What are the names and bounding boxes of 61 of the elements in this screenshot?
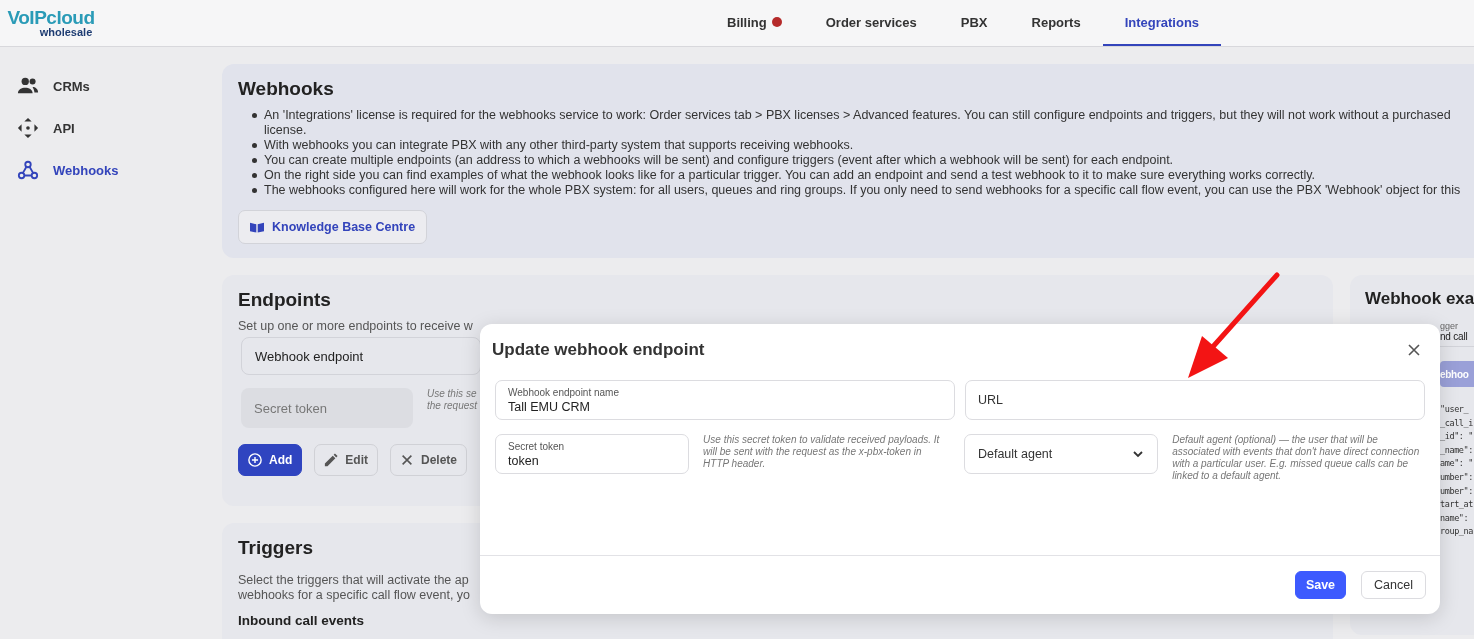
hint-text: Use this se the request <box>427 388 478 413</box>
cancel-button[interactable]: Cancel <box>1361 571 1426 599</box>
bullet-text: An 'Integrations' license is required for the webhooks service to work: Order services tab > PBX licenses > Advanced features. You can still configure endpoints and triggers, but they will not work without a purchased license. <box>264 108 1451 138</box>
bullet-dot <box>252 158 257 163</box>
card-title: Webhooks <box>238 78 335 100</box>
sidebar-item[interactable]: CRMs <box>0 67 222 105</box>
code-line: umber": <box>1440 470 1474 484</box>
code-line: umber": <box>1440 484 1474 498</box>
bullet-dot <box>252 143 257 148</box>
field-label: Secret token <box>508 441 565 453</box>
add-button[interactable]: Add <box>238 444 303 476</box>
save-button[interactable]: Save <box>1294 571 1347 599</box>
nav-tab[interactable]: Integrations <box>1102 0 1222 46</box>
logo: VoIPcloud wholesale <box>6 6 96 40</box>
nav-tab[interactable]: Order services <box>803 0 939 46</box>
plus-icon <box>248 453 262 467</box>
intro-text: webhooks for a specific call flow event, yo <box>238 588 471 603</box>
bullet-text: With webhooks you can integrate PBX with any other third-party system that supports receiving webhooks. <box>264 138 854 153</box>
bullet-dot <box>252 188 257 193</box>
webhook-icon <box>17 159 39 181</box>
close-icon <box>400 453 414 467</box>
code-line: _name": <box>1440 443 1474 457</box>
code-line: ame": " <box>1440 457 1474 471</box>
code-line: roup_na <box>1440 525 1474 539</box>
book-icon <box>250 220 264 234</box>
hint-text: Use this secret token to validate received payloads. It will be sent with the request as the x-pbx-token in HTTP header. <box>702 434 941 471</box>
field-label: Webhook endpoint name <box>508 387 619 399</box>
code-line: _call_i <box>1440 416 1474 430</box>
bullet-dot <box>252 173 257 178</box>
section-title: Inbound call events <box>238 613 366 628</box>
nav-tab[interactable]: Billing <box>705 0 804 46</box>
card-title: Endpoints <box>238 289 332 311</box>
intro-text: Set up one or more endpoints to receive w <box>238 319 473 333</box>
knowledge-base-button[interactable]: Knowledge Base Centre <box>238 210 428 244</box>
sidebar-item[interactable]: API <box>0 109 222 147</box>
nav-tab[interactable]: Reports <box>1009 0 1103 46</box>
bullet-text: The webhooks configured here will work for the whole PBX system: for all users, queues and ring groups. If you only need to send webhooks for a specific call flow event, you can use the PBX 'Webhook' object for this <box>264 183 1461 198</box>
code-line: name": <box>1440 511 1470 525</box>
url-field[interactable]: URL <box>965 380 1425 420</box>
hint-text: Default agent (optional) — the user that will be associated with events that don't have direct connection with a particular user. E.g. missed queue calls can be linked to a default agent. <box>1171 434 1421 482</box>
close-icon <box>1407 343 1421 357</box>
card-title: Webhook exa <box>1365 289 1474 309</box>
agent-dropdown[interactable]: Default agent <box>963 434 1159 474</box>
sidebar-item[interactable]: Webhooks <box>0 151 222 189</box>
code-line: tart_at <box>1440 498 1474 512</box>
bullet-text: You can create multiple endpoints (an address to which a webhooks will be sent) and configure triggers (event after which a webhook will be sent) for each endpoint. <box>264 153 1174 168</box>
code-line: "user_ <box>1440 403 1470 416</box>
intro-text: Select the triggers that will activate the ap <box>238 573 469 588</box>
edit-button[interactable]: Edit <box>314 444 378 476</box>
bullet-text: On the right side you can find examples of what the webhook looks like for a particular trigger. You can add an endpoint and send a test webhook to it to make sure everything works correctly. <box>264 168 1316 183</box>
card-title: Triggers <box>238 537 314 559</box>
alert-dot <box>771 17 782 27</box>
delete-button[interactable]: Delete <box>390 444 468 476</box>
dialog-title: Update webhook endpoint <box>492 340 705 360</box>
bullet-dot <box>252 113 257 118</box>
pencil-icon <box>324 453 339 467</box>
code-line: _id": " <box>1440 430 1474 444</box>
nav-tab[interactable]: PBX <box>938 0 1010 46</box>
close-button[interactable] <box>1407 343 1421 357</box>
arrows-icon <box>17 117 39 139</box>
chevron-down-icon <box>1132 448 1145 460</box>
